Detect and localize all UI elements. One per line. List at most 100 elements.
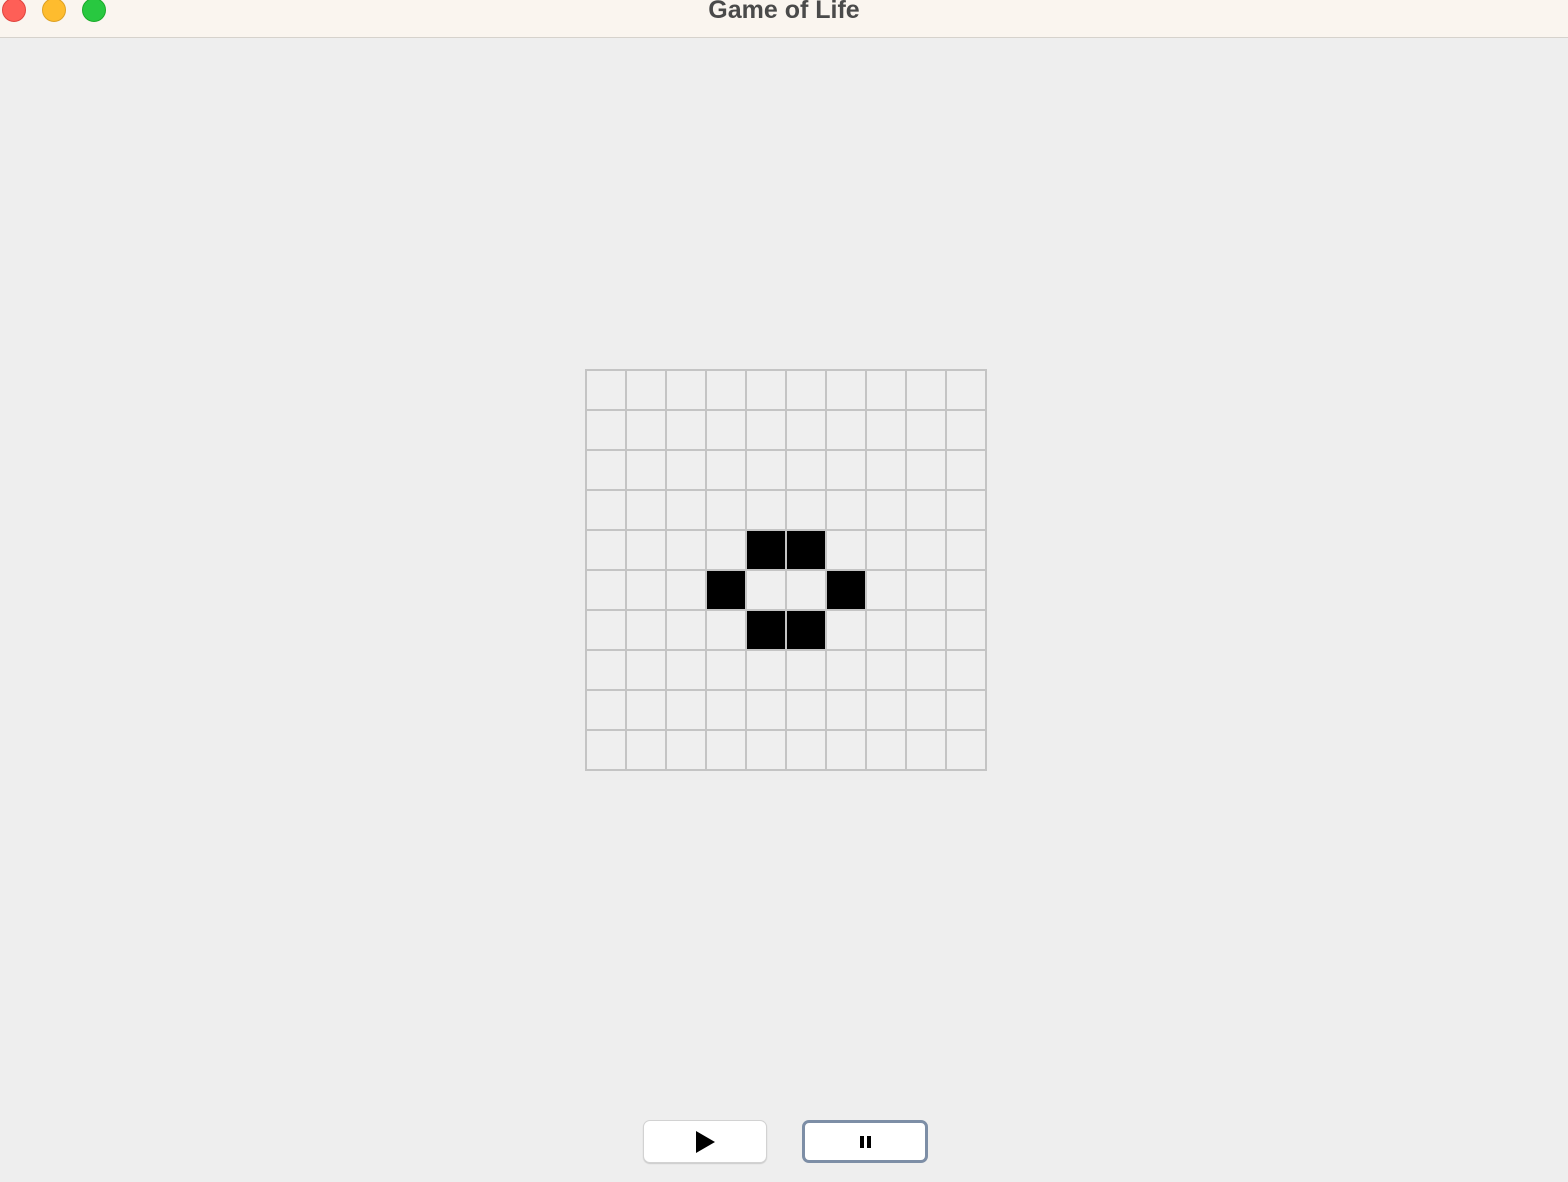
- dead-cell[interactable]: [787, 571, 827, 611]
- dead-cell[interactable]: [827, 691, 867, 731]
- dead-cell[interactable]: [587, 451, 627, 491]
- dead-cell[interactable]: [947, 611, 987, 651]
- dead-cell[interactable]: [907, 411, 947, 451]
- dead-cell[interactable]: [587, 531, 627, 571]
- dead-cell[interactable]: [627, 531, 667, 571]
- dead-cell[interactable]: [587, 571, 627, 611]
- dead-cell[interactable]: [587, 651, 627, 691]
- dead-cell[interactable]: [907, 571, 947, 611]
- dead-cell[interactable]: [587, 371, 627, 411]
- dead-cell[interactable]: [747, 371, 787, 411]
- dead-cell[interactable]: [947, 571, 987, 611]
- dead-cell[interactable]: [627, 651, 667, 691]
- dead-cell[interactable]: [787, 411, 827, 451]
- pause-button[interactable]: [802, 1120, 928, 1163]
- dead-cell[interactable]: [867, 651, 907, 691]
- dead-cell[interactable]: [867, 451, 907, 491]
- dead-cell[interactable]: [627, 691, 667, 731]
- dead-cell[interactable]: [707, 451, 747, 491]
- dead-cell[interactable]: [707, 611, 747, 651]
- dead-cell[interactable]: [867, 411, 907, 451]
- dead-cell[interactable]: [827, 451, 867, 491]
- dead-cell[interactable]: [827, 371, 867, 411]
- dead-cell[interactable]: [667, 691, 707, 731]
- dead-cell[interactable]: [907, 371, 947, 411]
- dead-cell[interactable]: [827, 651, 867, 691]
- dead-cell[interactable]: [667, 371, 707, 411]
- dead-cell[interactable]: [747, 691, 787, 731]
- dead-cell[interactable]: [827, 611, 867, 651]
- dead-cell[interactable]: [947, 411, 987, 451]
- dead-cell[interactable]: [787, 691, 827, 731]
- dead-cell[interactable]: [587, 611, 627, 651]
- dead-cell[interactable]: [827, 491, 867, 531]
- dead-cell[interactable]: [667, 731, 707, 771]
- dead-cell[interactable]: [867, 691, 907, 731]
- dead-cell[interactable]: [787, 371, 827, 411]
- dead-cell[interactable]: [627, 731, 667, 771]
- dead-cell[interactable]: [947, 731, 987, 771]
- dead-cell[interactable]: [667, 651, 707, 691]
- dead-cell[interactable]: [867, 531, 907, 571]
- dead-cell[interactable]: [907, 731, 947, 771]
- dead-cell[interactable]: [947, 651, 987, 691]
- dead-cell[interactable]: [947, 691, 987, 731]
- dead-cell[interactable]: [787, 451, 827, 491]
- dead-cell[interactable]: [587, 731, 627, 771]
- dead-cell[interactable]: [907, 691, 947, 731]
- dead-cell[interactable]: [667, 531, 707, 571]
- dead-cell[interactable]: [627, 411, 667, 451]
- dead-cell[interactable]: [867, 371, 907, 411]
- alive-cell[interactable]: [747, 611, 787, 651]
- dead-cell[interactable]: [747, 491, 787, 531]
- dead-cell[interactable]: [747, 731, 787, 771]
- dead-cell[interactable]: [827, 731, 867, 771]
- dead-cell[interactable]: [907, 651, 947, 691]
- dead-cell[interactable]: [707, 691, 747, 731]
- dead-cell[interactable]: [707, 731, 747, 771]
- play-button[interactable]: [643, 1120, 767, 1163]
- dead-cell[interactable]: [627, 491, 667, 531]
- dead-cell[interactable]: [867, 571, 907, 611]
- dead-cell[interactable]: [627, 611, 667, 651]
- dead-cell[interactable]: [787, 651, 827, 691]
- dead-cell[interactable]: [627, 371, 667, 411]
- dead-cell[interactable]: [947, 451, 987, 491]
- dead-cell[interactable]: [867, 731, 907, 771]
- dead-cell[interactable]: [907, 531, 947, 571]
- alive-cell[interactable]: [827, 571, 867, 611]
- alive-cell[interactable]: [787, 611, 827, 651]
- dead-cell[interactable]: [907, 611, 947, 651]
- dead-cell[interactable]: [587, 411, 627, 451]
- dead-cell[interactable]: [667, 411, 707, 451]
- dead-cell[interactable]: [667, 451, 707, 491]
- alive-cell[interactable]: [707, 571, 747, 611]
- dead-cell[interactable]: [867, 611, 907, 651]
- dead-cell[interactable]: [667, 611, 707, 651]
- dead-cell[interactable]: [707, 411, 747, 451]
- dead-cell[interactable]: [627, 571, 667, 611]
- alive-cell[interactable]: [747, 531, 787, 571]
- dead-cell[interactable]: [947, 491, 987, 531]
- dead-cell[interactable]: [707, 371, 747, 411]
- dead-cell[interactable]: [907, 451, 947, 491]
- dead-cell[interactable]: [907, 491, 947, 531]
- dead-cell[interactable]: [667, 491, 707, 531]
- dead-cell[interactable]: [627, 451, 667, 491]
- dead-cell[interactable]: [707, 531, 747, 571]
- dead-cell[interactable]: [707, 651, 747, 691]
- dead-cell[interactable]: [667, 571, 707, 611]
- dead-cell[interactable]: [827, 411, 867, 451]
- dead-cell[interactable]: [747, 451, 787, 491]
- dead-cell[interactable]: [747, 411, 787, 451]
- dead-cell[interactable]: [867, 491, 907, 531]
- dead-cell[interactable]: [747, 651, 787, 691]
- alive-cell[interactable]: [787, 531, 827, 571]
- dead-cell[interactable]: [947, 531, 987, 571]
- dead-cell[interactable]: [747, 571, 787, 611]
- dead-cell[interactable]: [827, 531, 867, 571]
- dead-cell[interactable]: [587, 491, 627, 531]
- dead-cell[interactable]: [587, 691, 627, 731]
- dead-cell[interactable]: [787, 731, 827, 771]
- dead-cell[interactable]: [947, 371, 987, 411]
